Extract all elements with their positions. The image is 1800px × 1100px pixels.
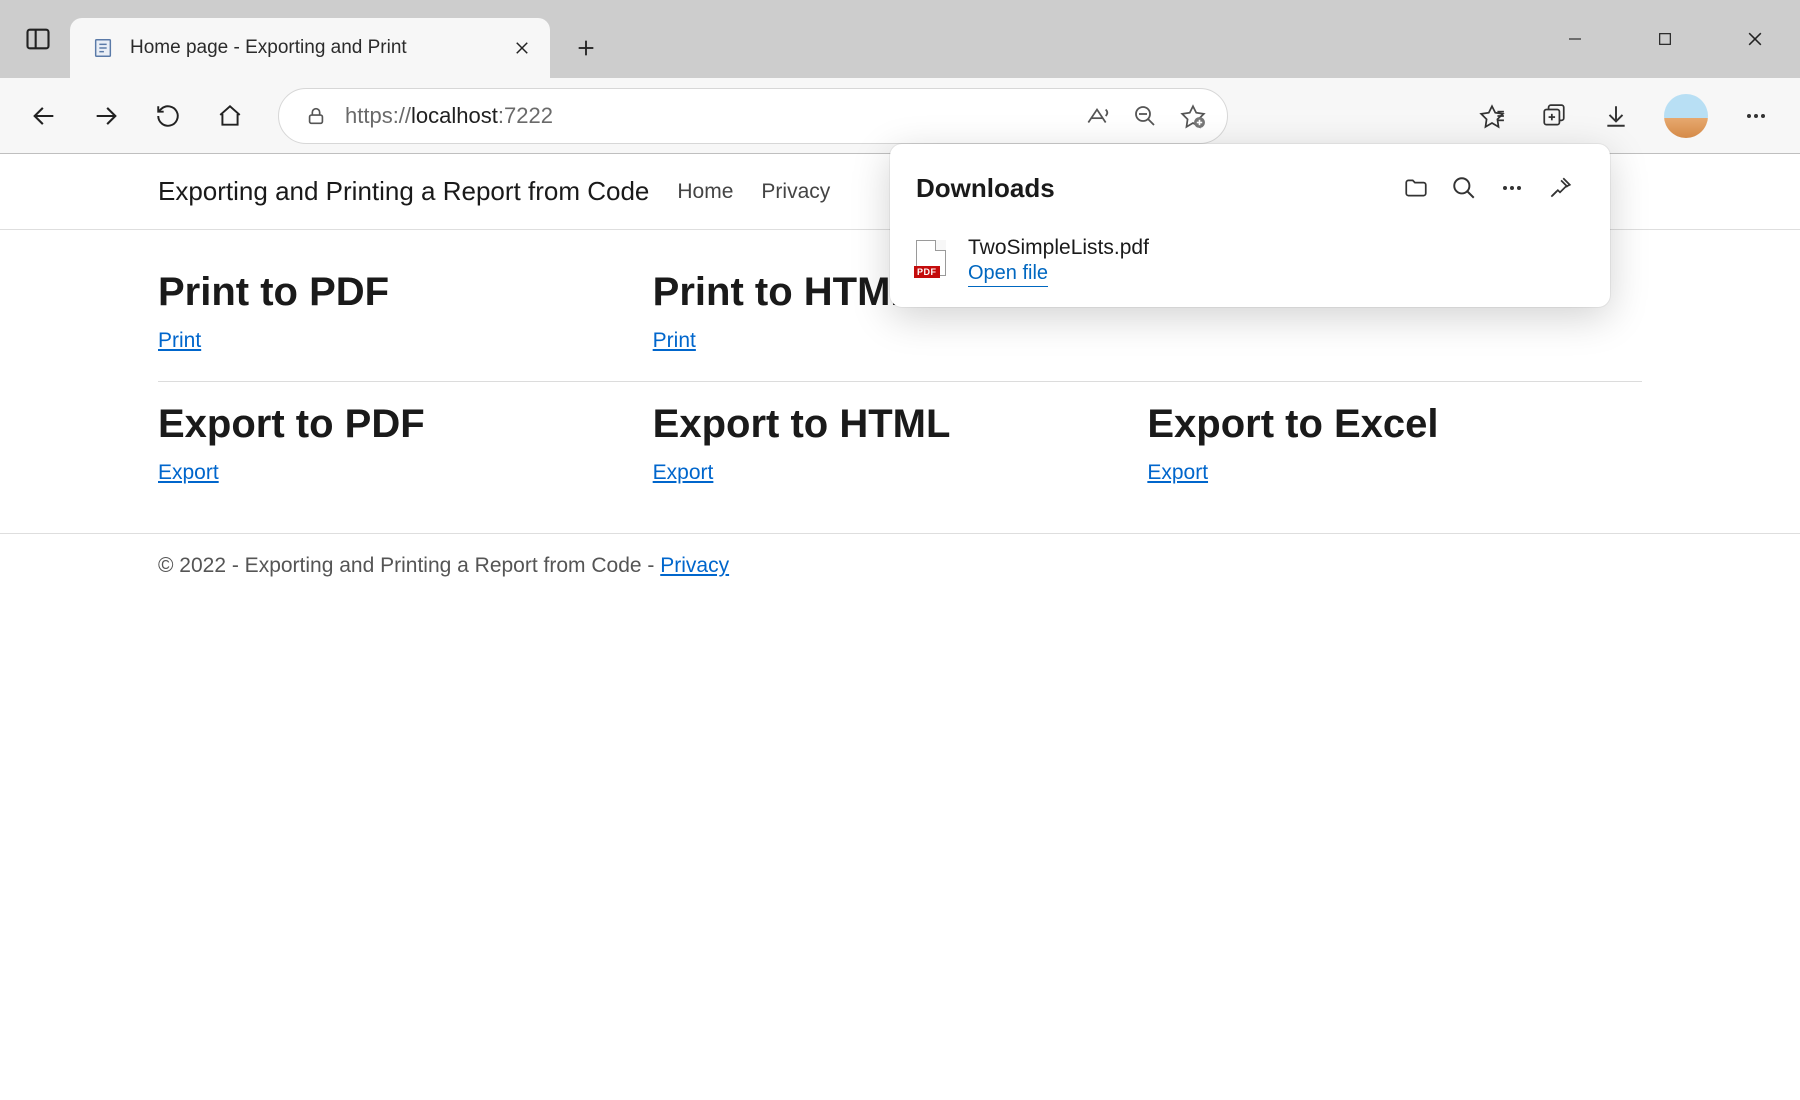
export-pdf-cell: Export to PDF Export (158, 402, 653, 485)
back-button[interactable] (16, 88, 72, 144)
export-excel-cell: Export to Excel Export (1147, 402, 1642, 485)
download-item[interactable]: PDF TwoSimpleLists.pdf Open file (890, 226, 1610, 293)
refresh-button[interactable] (140, 88, 196, 144)
panel-icon (24, 25, 52, 53)
browser-titlebar: Home page - Exporting and Print (0, 0, 1800, 78)
profile-avatar[interactable] (1664, 94, 1708, 138)
url-scheme: https:// (345, 103, 411, 128)
print-pdf-link[interactable]: Print (158, 329, 201, 352)
url-host: localhost (411, 103, 498, 128)
home-button[interactable] (202, 88, 258, 144)
minimize-button[interactable] (1530, 0, 1620, 78)
close-window-button[interactable] (1710, 0, 1800, 78)
export-excel-heading: Export to Excel (1147, 402, 1642, 447)
tab-close-button[interactable] (508, 34, 536, 62)
site-title: Exporting and Printing a Report from Cod… (158, 176, 649, 207)
browser-tab[interactable]: Home page - Exporting and Print (70, 18, 550, 78)
settings-menu-button[interactable] (1728, 88, 1784, 144)
export-html-cell: Export to HTML Export (653, 402, 1148, 485)
export-excel-link[interactable]: Export (1147, 461, 1208, 484)
collections-button[interactable] (1526, 88, 1582, 144)
browser-toolbar: https://localhost:7222 (0, 78, 1800, 154)
footer-privacy-link[interactable]: Privacy (660, 554, 729, 577)
downloads-panel: Downloads PDF TwoSimpleLists.pdf Open fi… (890, 144, 1610, 307)
tab-title: Home page - Exporting and Print (130, 37, 494, 59)
tab-favicon-icon (90, 35, 116, 61)
downloads-more-button[interactable] (1488, 164, 1536, 212)
print-pdf-cell: Print to PDF Print (158, 270, 653, 353)
export-row: Export to PDF Export Export to HTML Expo… (158, 402, 1642, 513)
downloads-folder-button[interactable] (1392, 164, 1440, 212)
forward-button[interactable] (78, 88, 134, 144)
download-open-link[interactable]: Open file (968, 262, 1048, 287)
export-pdf-heading: Export to PDF (158, 402, 653, 447)
nav-privacy[interactable]: Privacy (761, 180, 830, 204)
zoom-out-icon[interactable] (1121, 104, 1169, 128)
pdf-badge: PDF (914, 266, 940, 278)
print-pdf-heading: Print to PDF (158, 270, 653, 315)
export-pdf-link[interactable]: Export (158, 461, 219, 484)
export-html-heading: Export to HTML (653, 402, 1148, 447)
window-controls (1530, 0, 1800, 78)
downloads-title: Downloads (916, 173, 1392, 204)
url-port: :7222 (498, 103, 553, 128)
add-favorite-icon[interactable] (1169, 103, 1217, 129)
footer-text: © 2022 - Exporting and Printing a Report… (158, 554, 660, 577)
downloads-search-button[interactable] (1440, 164, 1488, 212)
site-footer: © 2022 - Exporting and Printing a Report… (0, 533, 1800, 598)
download-filename: TwoSimpleLists.pdf (968, 236, 1584, 260)
download-info: TwoSimpleLists.pdf Open file (968, 236, 1584, 287)
read-aloud-icon[interactable] (1073, 103, 1121, 129)
downloads-pin-button[interactable] (1536, 164, 1584, 212)
url-text: https://localhost:7222 (345, 103, 1073, 129)
maximize-button[interactable] (1620, 0, 1710, 78)
print-html-link[interactable]: Print (653, 329, 696, 352)
export-html-link[interactable]: Export (653, 461, 714, 484)
downloads-header: Downloads (890, 144, 1610, 226)
address-bar[interactable]: https://localhost:7222 (278, 88, 1228, 144)
lock-icon[interactable] (297, 105, 335, 127)
pdf-file-icon: PDF (916, 240, 950, 280)
tab-actions-button[interactable] (0, 0, 70, 78)
toolbar-right (1464, 88, 1784, 144)
nav-home[interactable]: Home (677, 180, 733, 204)
favorites-button[interactable] (1464, 88, 1520, 144)
downloads-button[interactable] (1588, 88, 1644, 144)
new-tab-button[interactable] (558, 20, 614, 76)
